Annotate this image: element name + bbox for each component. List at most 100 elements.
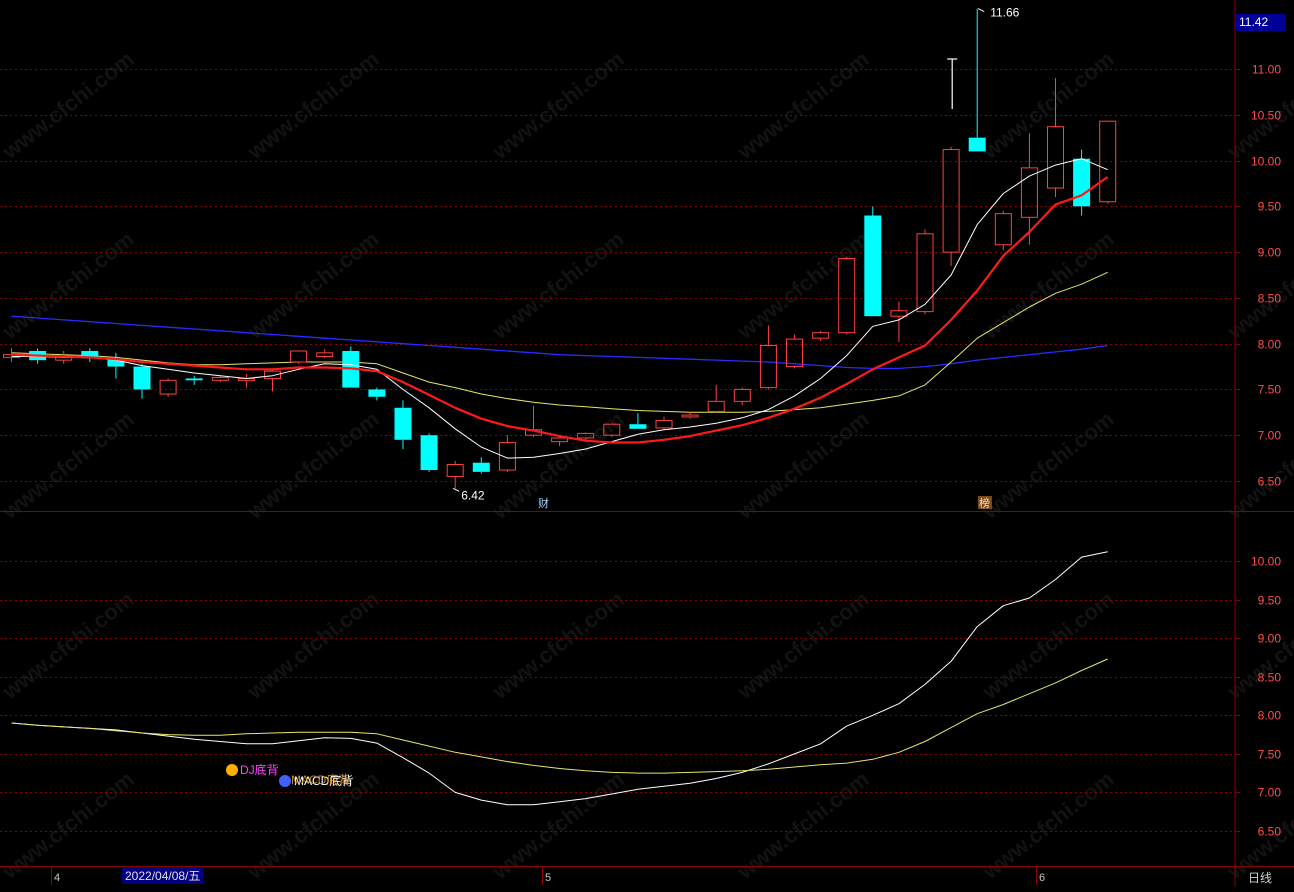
- watermark-text: www.cfchi.com: [977, 406, 1119, 524]
- candle-body: [655, 420, 673, 429]
- candle-body: [1020, 167, 1038, 218]
- watermark-text: www.cfchi.com: [242, 406, 384, 524]
- candle-body: [890, 310, 908, 317]
- candle-up: [1020, 133, 1038, 245]
- indicator-line-yellow: [11, 658, 1108, 774]
- candle-body: [1073, 158, 1091, 207]
- watermark-text: www.cfchi.com: [0, 226, 139, 344]
- sub-y-tick-label: 8.50: [1258, 671, 1282, 685]
- sub-y-tick-label: 7.50: [1258, 748, 1282, 762]
- main-y-tick-label: 11.00: [1252, 63, 1281, 77]
- candle-body: [446, 464, 464, 477]
- period-selector[interactable]: 日线: [1248, 869, 1272, 886]
- candle-body: [316, 352, 334, 357]
- candle-up: [759, 325, 777, 390]
- candle-body: [159, 379, 177, 395]
- candle-up: [316, 349, 334, 359]
- candle-down: [472, 457, 490, 474]
- watermark-text: www.cfchi.com: [1222, 226, 1294, 344]
- sub-y-tick-label: 9.50: [1258, 594, 1282, 608]
- candle-body: [916, 233, 934, 313]
- month-marker-label: 4: [54, 872, 60, 884]
- sub-y-tick-label: 10.00: [1251, 555, 1281, 569]
- watermark-text: www.cfchi.com: [1222, 406, 1294, 524]
- sad-face-icon: [226, 764, 238, 776]
- watermark-text: www.cfchi.com: [0, 406, 139, 524]
- candle-down: [81, 348, 99, 362]
- candle-down: [1073, 149, 1091, 216]
- sub-y-tick-label: 7.00: [1258, 786, 1282, 800]
- candle-up: [733, 387, 751, 406]
- ma-line-blue: [11, 315, 1108, 370]
- candle-body: [133, 366, 151, 390]
- watermark-text: www.cfchi.com: [0, 46, 139, 164]
- candle-body: [368, 389, 386, 397]
- candle-down: [133, 363, 151, 399]
- watermark-text: www.cfchi.com: [242, 46, 384, 164]
- watermark-text: www.cfchi.com: [242, 586, 384, 704]
- month-marker-label: 6: [1039, 872, 1045, 884]
- candle-body: [629, 424, 647, 429]
- stock-chart-window: www.cfchi.com www.cfchi.com www.cfchi.com w…: [0, 0, 1294, 887]
- candle-body: [994, 213, 1012, 246]
- smile-face-icon: [279, 775, 291, 787]
- watermark-text: www.cfchi.com: [242, 226, 384, 344]
- candle-body: [733, 388, 751, 402]
- low-arrow: [452, 487, 460, 492]
- candle-body: [551, 437, 569, 443]
- candle-down: [185, 375, 203, 385]
- candle-down: [342, 346, 360, 388]
- main-y-tick-label: 9.50: [1258, 200, 1282, 214]
- candle-up: [681, 412, 699, 419]
- candle-body: [707, 400, 725, 412]
- candle-body: [211, 377, 229, 381]
- main-y-tick-label: 7.50: [1258, 383, 1282, 397]
- candle-up: [498, 435, 516, 472]
- stock-chart-svg[interactable]: www.cfchi.com www.cfchi.com www.cfchi.com w…: [0, 0, 1294, 887]
- watermark-text: www.cfchi.com: [977, 226, 1119, 344]
- sub-y-tick-label: 8.00: [1258, 709, 1282, 723]
- candle-body: [290, 350, 308, 363]
- candle-body: [786, 338, 803, 368]
- candle-down: [629, 413, 647, 429]
- candle-up: [655, 416, 673, 430]
- candle-body: [812, 332, 830, 339]
- candle-down: [368, 387, 386, 401]
- candle-up: [446, 460, 464, 489]
- main-y-tick-label: 8.00: [1258, 338, 1282, 352]
- candle-up: [994, 210, 1012, 251]
- sub-y-tick-label: 9.00: [1258, 632, 1282, 646]
- candle-body: [394, 407, 412, 440]
- main-y-tick-label: 9.00: [1258, 246, 1282, 260]
- candle-down: [968, 8, 986, 152]
- candle-body: [681, 414, 699, 418]
- signal-kd-label: MACD底背: [291, 772, 350, 787]
- indicator-line-white: [11, 551, 1108, 806]
- candle-up: [264, 369, 281, 392]
- watermark-text: www.cfchi.com: [732, 46, 874, 164]
- candle-up: [707, 384, 725, 413]
- candle-up: [812, 330, 830, 341]
- main-y-tick-label: 6.50: [1258, 475, 1282, 489]
- month-marker-label: 5: [545, 872, 551, 884]
- watermark-text: www.cfchi.com: [487, 586, 629, 704]
- candle-body: [1099, 120, 1117, 203]
- candle-body: [864, 215, 882, 317]
- candle-up: [237, 373, 255, 388]
- candle-down: [394, 400, 412, 449]
- candle-body: [942, 149, 960, 253]
- current-price-badge: 11.42: [1236, 14, 1286, 31]
- candle-up: [1099, 120, 1117, 204]
- candle-up: [159, 378, 177, 397]
- watermark-text: www.cfchi.com: [732, 226, 874, 344]
- main-y-tick-label: 10.50: [1251, 109, 1281, 123]
- candle-body: [1047, 126, 1064, 189]
- main-y-tick-label: 10.00: [1251, 155, 1281, 169]
- watermark-text: www.cfchi.com: [732, 586, 874, 704]
- candle-up: [916, 229, 934, 315]
- candle-down: [864, 206, 882, 317]
- candles-group: [3, 8, 1117, 489]
- watermark-text: www.cfchi.com: [487, 46, 629, 164]
- watermark-text: www.cfchi.com: [977, 586, 1119, 704]
- low-price-label: 6.42: [461, 488, 485, 502]
